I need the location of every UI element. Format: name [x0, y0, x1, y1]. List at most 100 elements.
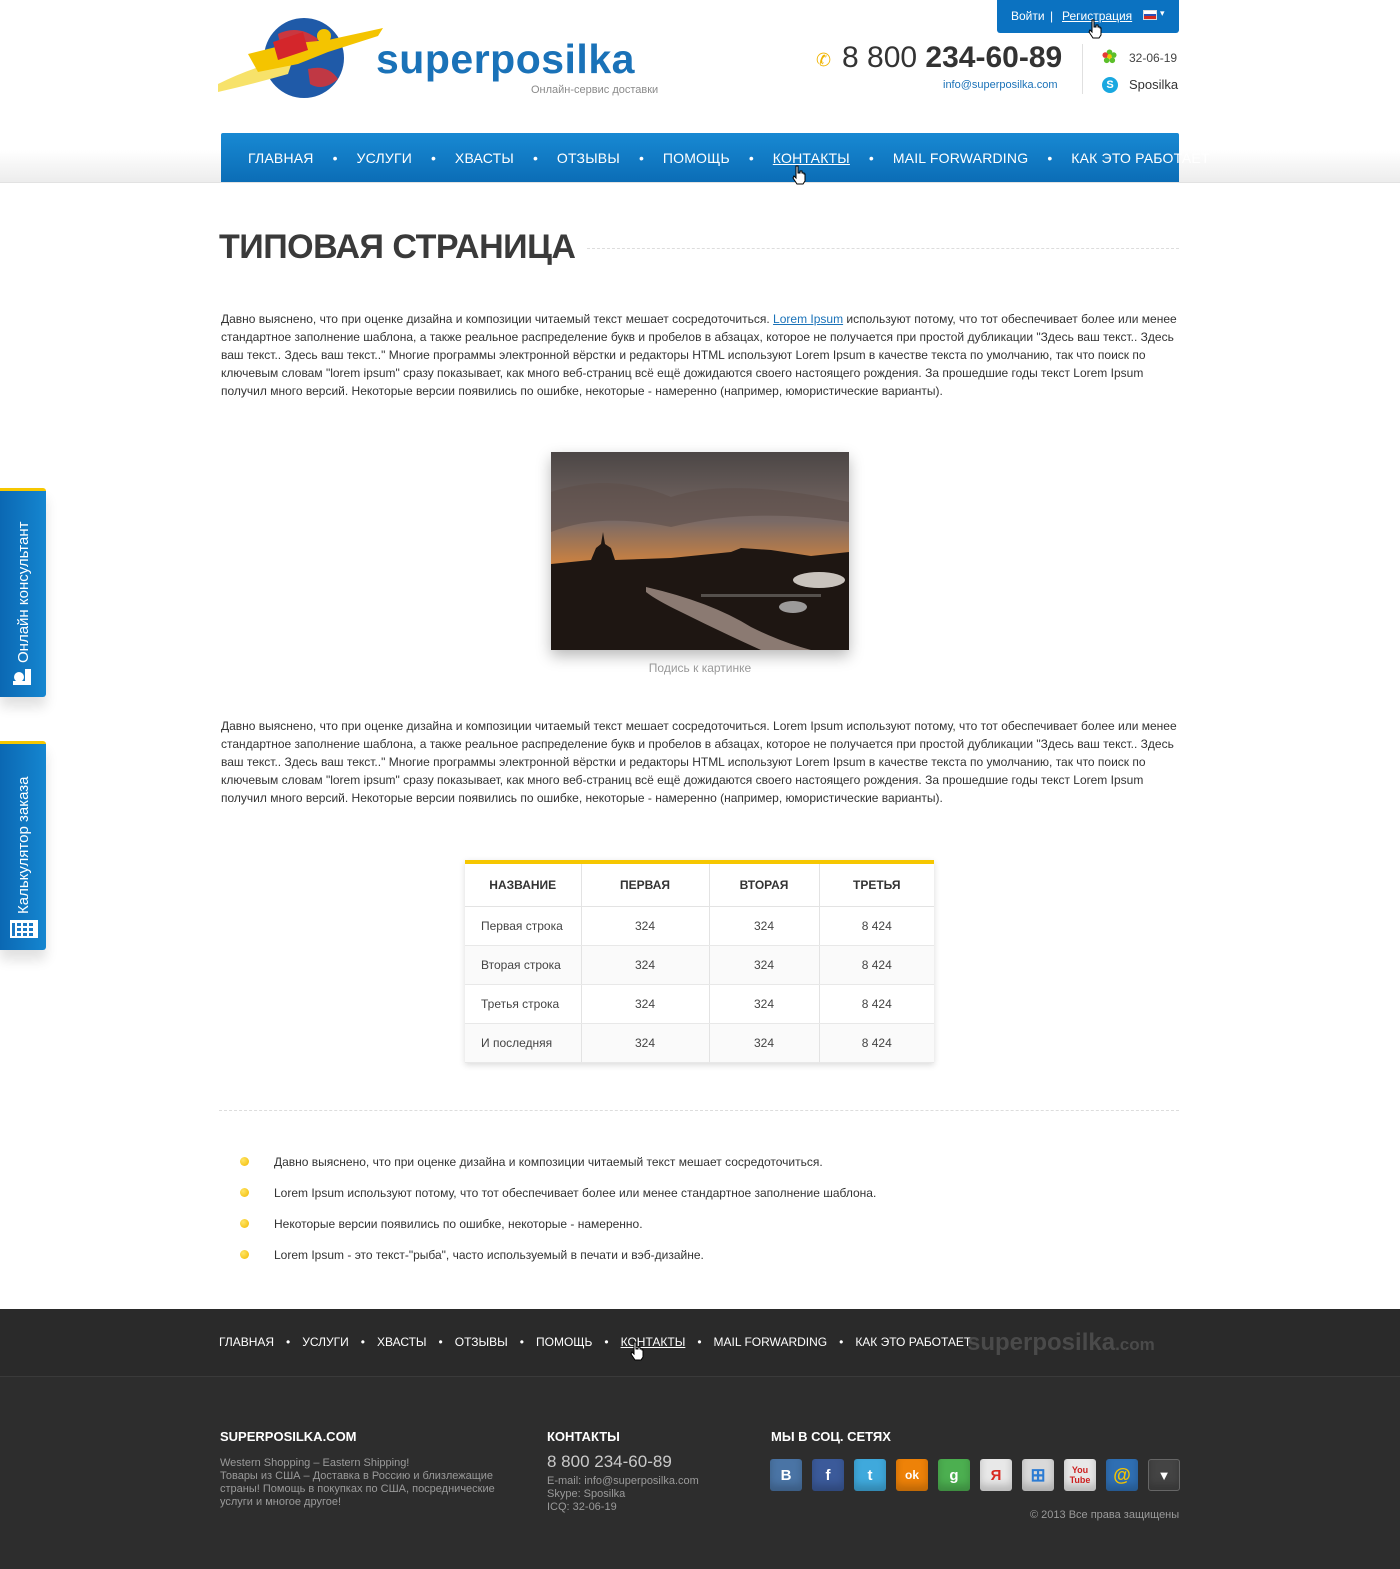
phone-icon: ✆	[816, 50, 832, 70]
table-cell: 324	[709, 906, 820, 946]
online-consultant-label: Онлайн консультант	[15, 521, 32, 664]
footer-nav-item-how-it-works[interactable]: КАК ЭТО РАБОТАЕТ	[855, 1335, 971, 1349]
nav-item-mail-forwarding[interactable]: MAIL FORWARDING	[893, 150, 1029, 166]
table-cell: И последняя	[465, 1023, 582, 1063]
hand-cursor-icon	[630, 1341, 644, 1361]
phone-number: 234-60-89	[925, 41, 1063, 74]
footer-contacts-title: КОНТАКТЫ	[547, 1429, 620, 1444]
online-consultant-tab[interactable]: Онлайн консультант	[0, 488, 46, 697]
language-dropdown-icon[interactable]: ▾	[1160, 8, 1165, 19]
nav-item-contacts[interactable]: КОНТАКТЫ	[773, 150, 850, 166]
yandex-icon[interactable]: Я	[980, 1459, 1012, 1491]
nav-separator: •	[604, 1335, 609, 1349]
table-row: И последняя 324 324 8 424	[465, 1023, 934, 1063]
header-email[interactable]: info@superposilka.com	[943, 79, 1058, 91]
footer-phone[interactable]: 8 800 234-60-89	[547, 1452, 672, 1472]
facebook-icon[interactable]: f	[812, 1459, 844, 1491]
icq-flower-icon	[1102, 49, 1117, 64]
footer-brand-main: superposilka	[967, 1329, 1116, 1356]
footer-brand-logo[interactable]: superposilka.com	[967, 1329, 1155, 1357]
footer-social-title: МЫ В СОЦ. СЕТЯХ	[771, 1429, 891, 1444]
nav-separator: •	[332, 149, 338, 166]
nav-item-how-it-works[interactable]: КАК ЭТО РАБОТАЕТ	[1071, 150, 1209, 166]
footer-nav: ГЛАВНАЯ • УСЛУГИ • ХВАСТЫ • ОТЗЫВЫ • ПОМ…	[219, 1335, 971, 1349]
table-cell: 8 424	[819, 906, 934, 946]
nav-separator: •	[519, 1335, 524, 1349]
site-logo[interactable]: superposilka Онлайн-сервис доставки	[218, 14, 663, 104]
youtube-icon[interactable]: You Tube	[1064, 1459, 1096, 1491]
order-calculator-tab[interactable]: Калькулятор заказа	[0, 741, 46, 950]
logo-tagline: Онлайн-сервис доставки	[531, 84, 659, 96]
nav-item-services[interactable]: УСЛУГИ	[357, 150, 412, 166]
city-sunset-photo	[551, 452, 849, 650]
nav-item-reviews[interactable]: ОТЗЫВЫ	[557, 150, 620, 166]
footer-nav-item-services[interactable]: УСЛУГИ	[302, 1335, 349, 1349]
nav-separator: •	[431, 149, 436, 166]
table-cell: 324	[709, 984, 820, 1024]
logo-wordmark: superposilka	[376, 36, 635, 82]
nav-separator: •	[286, 1335, 291, 1349]
table-cell: Вторая строка	[465, 945, 582, 985]
footer-nav-item-home[interactable]: ГЛАВНАЯ	[219, 1335, 274, 1349]
mail-icon[interactable]: @	[1106, 1459, 1138, 1491]
nav-separator: •	[1047, 149, 1053, 166]
nav-item-boasts[interactable]: ХВАСТЫ	[455, 150, 514, 166]
footer-email[interactable]: E-mail: info@superposilka.com	[547, 1475, 699, 1488]
table-row: Первая строка 324 324 8 424	[465, 906, 934, 946]
footer-nav-item-reviews[interactable]: ОТЗЫВЫ	[455, 1335, 508, 1349]
footer-about-line: страны! Помощь в покупках по США, посред…	[220, 1483, 495, 1495]
table-header-cell: ПЕРВАЯ	[581, 864, 710, 907]
phone-prefix: 8 800	[842, 41, 918, 74]
table-header-cell: ВТОРАЯ	[709, 864, 820, 907]
nav-separator: •	[532, 149, 538, 166]
footer-nav-item-mail-forwarding[interactable]: MAIL FORWARDING	[714, 1335, 828, 1349]
table-header-cell: ТРЕТЬЯ	[819, 864, 934, 907]
table-cell: 8 424	[819, 945, 934, 985]
nav-item-home[interactable]: ГЛАВНАЯ	[248, 150, 314, 166]
hand-cursor-icon	[1088, 19, 1102, 39]
list-item: Lorem Ipsum используют потому, что тот о…	[240, 1186, 876, 1217]
list-item: Lorem Ipsum - это текст-"рыба", часто ис…	[240, 1248, 876, 1279]
table-cell: 324	[581, 984, 710, 1024]
footer-contacts-text: E-mail: info@superposilka.com Skype: Spo…	[547, 1475, 699, 1514]
second-paragraph: Давно выяснено, что при оценке дизайна и…	[221, 719, 1177, 805]
header-phone[interactable]: 8 800 234-60-89	[842, 41, 1062, 75]
google-icon[interactable]: g	[938, 1459, 970, 1491]
paragraph-text: Давно выяснено, что при оценке дизайна и…	[221, 312, 774, 326]
footer-nav-item-help[interactable]: ПОМОЩЬ	[536, 1335, 592, 1349]
more-icon[interactable]: ▼	[1148, 1459, 1180, 1491]
intro-paragraph: Давно выяснено, что при оценке дизайна и…	[221, 310, 1181, 400]
footer-nav-bar: ГЛАВНАЯ • УСЛУГИ • ХВАСТЫ • ОТЗЫВЫ • ПОМ…	[0, 1309, 1400, 1377]
calculator-grid-icon	[10, 920, 38, 938]
header-divider	[1082, 44, 1083, 94]
footer-about-line: услуги и многое другое!	[220, 1496, 341, 1508]
bullet-list: Давно выяснено, что при оценке дизайна и…	[240, 1155, 876, 1279]
table-cell: Первая строка	[465, 906, 582, 946]
nav-item-help[interactable]: ПОМОЩЬ	[663, 150, 730, 166]
nav-separator: •	[868, 149, 874, 166]
footer-icq: ICQ: 32-06-19	[547, 1501, 617, 1513]
odnoklassniki-icon[interactable]: ok	[896, 1459, 928, 1491]
footer-about-title: SUPERPOSILKA.COM	[220, 1429, 357, 1444]
russian-flag-icon[interactable]	[1143, 10, 1157, 20]
skype-icon: S	[1102, 77, 1118, 93]
vk-icon[interactable]: B	[770, 1459, 802, 1491]
order-calculator-label: Калькулятор заказа	[15, 776, 32, 914]
table-cell: 324	[709, 1023, 820, 1063]
footer-about-line: Товары из США – Доставка в Россию и близ…	[220, 1470, 494, 1482]
table-cell: 324	[581, 945, 710, 985]
lorem-ipsum-link[interactable]: Lorem Ipsum	[773, 312, 843, 326]
twitter-icon[interactable]: t	[854, 1459, 886, 1491]
footer-brand-suffix: .com	[1115, 1335, 1155, 1354]
icq-number: 32-06-19	[1129, 51, 1178, 65]
main-nav: ГЛАВНАЯ • УСЛУГИ • ХВАСТЫ • ОТЗЫВЫ • ПОМ…	[221, 133, 1210, 182]
login-link[interactable]: Войти	[1011, 9, 1045, 23]
footer-nav-item-boasts[interactable]: ХВАСТЫ	[377, 1335, 427, 1349]
table-header-row: НАЗВАНИЕ ПЕРВАЯ ВТОРАЯ ТРЕТЬЯ	[465, 864, 934, 907]
content-divider	[219, 1110, 1179, 1111]
data-table: НАЗВАНИЕ ПЕРВАЯ ВТОРАЯ ТРЕТЬЯ Первая стр…	[465, 860, 934, 1063]
title-divider	[587, 248, 1179, 249]
nav-separator: •	[638, 149, 644, 166]
skype-name[interactable]: Sposilka	[1129, 77, 1178, 92]
windows-icon[interactable]: ⊞	[1022, 1459, 1054, 1491]
